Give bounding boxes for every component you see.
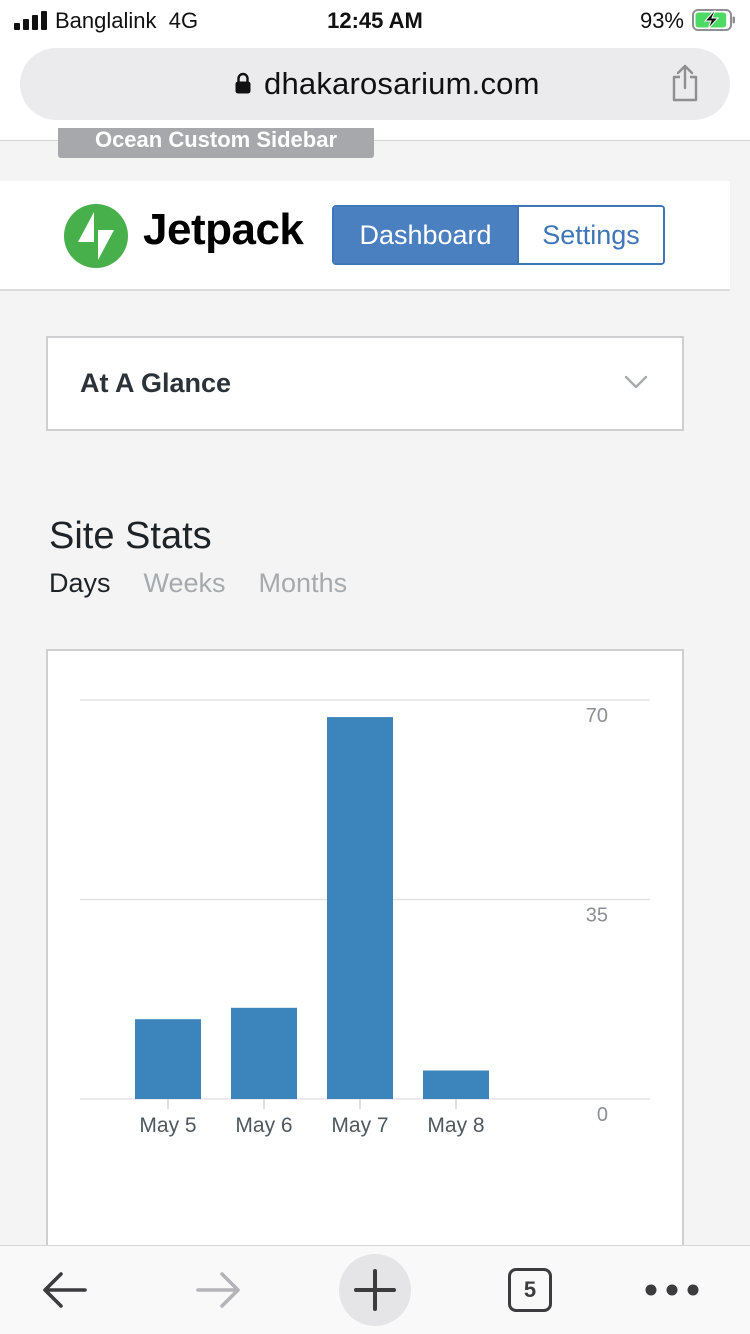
sidebar-tab-label: Ocean Custom Sidebar	[94, 128, 338, 152]
x-tick-label: May 7	[331, 1114, 388, 1137]
address-bar[interactable]: dhakarosarium.com	[20, 48, 730, 120]
dashboard-tab[interactable]: Dashboard	[334, 207, 517, 263]
screen: Banglalink 4G 12:45 AM 93% dhakarosarium…	[0, 0, 750, 1334]
jetpack-nav: Dashboard Settings	[332, 205, 665, 265]
battery-percent: 93%	[639, 8, 684, 33]
share-icon[interactable]	[670, 64, 700, 102]
period-tabs: Days Weeks Months	[49, 568, 347, 599]
browser-top-bar: dhakarosarium.com	[0, 42, 750, 141]
ocean-sidebar-tab[interactable]: Ocean Custom Sidebar	[58, 128, 374, 158]
new-tab-button[interactable]	[339, 1254, 411, 1326]
x-tick-label: May 5	[139, 1114, 196, 1137]
bar-may-7[interactable]	[327, 717, 393, 1099]
battery-charging-icon	[692, 9, 735, 31]
more-button[interactable]	[636, 1254, 708, 1326]
settings-tab[interactable]: Settings	[517, 207, 663, 263]
y-tick-label: 70	[586, 705, 608, 727]
stats-bar-chart: 0 35 70 May 5 May 6 May 7 May 8	[80, 699, 650, 1137]
period-days-tab[interactable]: Days	[49, 568, 111, 599]
jetpack-wordmark[interactable]: Jetpack	[143, 205, 304, 255]
back-button[interactable]	[28, 1254, 100, 1326]
lock-icon	[235, 72, 251, 94]
forward-button[interactable]	[183, 1254, 255, 1326]
period-weeks-tab[interactable]: Weeks	[144, 568, 226, 599]
bar-may-6[interactable]	[231, 1007, 297, 1099]
more-dots-icon	[645, 1284, 699, 1296]
stats-chart-card: 0 35 70 May 5 May 6 May 7 May 8	[46, 649, 684, 1269]
forward-arrow-icon	[196, 1272, 240, 1308]
y-tick-label: 0	[597, 1104, 608, 1126]
url-text: dhakarosarium.com	[264, 66, 540, 101]
status-time: 12:45 AM	[327, 8, 423, 33]
jetpack-logo-icon[interactable]	[64, 204, 128, 268]
bar-may-8[interactable]	[423, 1070, 489, 1100]
x-tick-label: May 8	[427, 1114, 484, 1137]
at-a-glance-label: At A Glance	[80, 368, 232, 398]
y-tick-label: 35	[586, 905, 608, 927]
tabs-button[interactable]: 5	[494, 1254, 566, 1326]
tabs-count: 5	[508, 1268, 552, 1312]
jetpack-header: Jetpack Dashboard Settings	[0, 181, 730, 291]
site-stats-title: Site Stats	[49, 515, 212, 557]
back-arrow-icon	[43, 1272, 87, 1308]
plus-icon	[354, 1269, 396, 1311]
at-a-glance-dropdown[interactable]: At A Glance	[46, 336, 684, 431]
chevron-down-icon	[624, 375, 648, 389]
status-bar: Banglalink 4G 12:45 AM 93%	[0, 0, 750, 42]
browser-toolbar: 5	[0, 1245, 750, 1334]
bar-may-5[interactable]	[135, 1019, 201, 1099]
period-months-tab[interactable]: Months	[259, 568, 348, 599]
x-tick-label: May 6	[235, 1114, 292, 1137]
